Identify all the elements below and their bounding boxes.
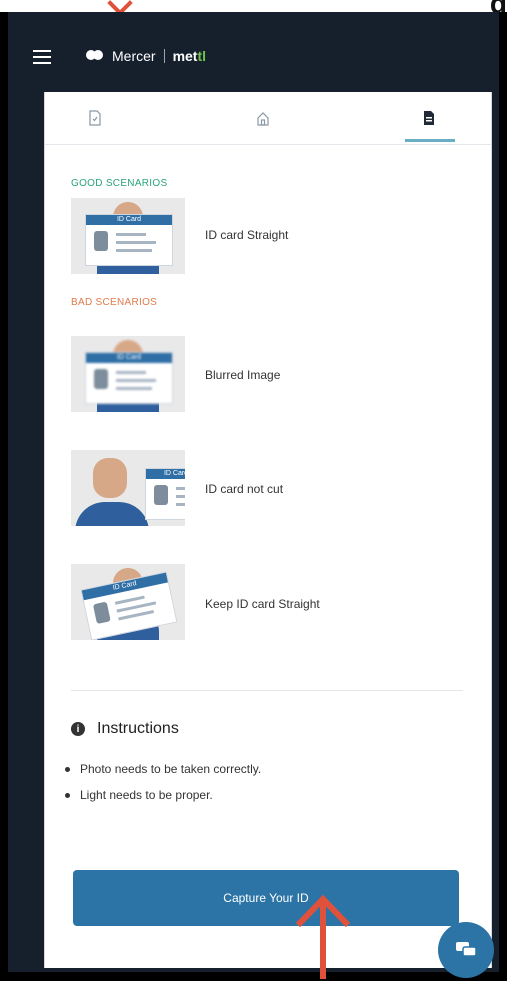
section-divider [71,690,463,691]
scenario-label-tilted: Keep ID card Straight [205,597,320,611]
id-card-label: ID Card [116,216,142,223]
info-icon: i [71,722,85,736]
hamburger-icon[interactable] [33,50,51,64]
brand-logo[interactable]: Mercer mettl [86,44,206,68]
tab-document[interactable] [83,106,107,130]
app-window: Mercer mettl GOOD SCENARIOS ID Card ID c… [8,12,499,978]
document-icon [89,110,101,126]
scenario-image-blurred: ID Card [71,336,185,412]
instructions-title: Instructions [97,720,179,737]
instructions-heading: i Instructions [71,720,179,738]
brand-divider [163,49,165,63]
chat-icon [456,942,477,957]
brand-secondary-prefix: met [172,48,198,64]
mercer-logo-icon [86,49,106,63]
brand-secondary-accent: tl [197,48,207,64]
red-arrow-up-icon [295,895,351,979]
brand-primary: Mercer [112,48,156,64]
main-card: GOOD SCENARIOS ID Card ID card Straight … [44,92,492,968]
brand-secondary: mettl [173,48,206,64]
scenario-image-not-cut: ID Card [71,450,185,526]
good-scenarios-label: GOOD SCENARIOS [71,178,168,189]
scenario-image-tilted: ID Card [71,564,185,640]
bad-scenarios-label: BAD SCENARIOS [71,297,158,308]
instruction-item: Light needs to be proper. [65,788,261,802]
tab-id-document[interactable] [417,106,441,130]
capture-id-button[interactable]: Capture Your ID [73,870,459,926]
app-header: Mercer mettl [8,12,499,92]
document-filled-icon [424,111,434,125]
scenario-image-straight: ID Card [71,198,185,274]
scenario-label-blurred: Blurred Image [205,368,281,382]
instruction-item: Photo needs to be taken correctly. [65,762,261,776]
active-tab-indicator [405,139,455,142]
scenario-label-straight: ID card Straight [205,228,289,242]
chat-button[interactable] [438,922,494,978]
tab-home[interactable] [251,106,275,130]
home-icon [257,112,269,126]
tab-bar [45,92,491,145]
instructions-list: Photo needs to be taken correctly. Light… [65,762,261,814]
id-card-label: ID Card [116,354,142,361]
scenario-label-not-cut: ID card not cut [205,482,284,496]
id-card-label: ID Card [163,470,185,477]
top-strip: g [0,0,507,19]
